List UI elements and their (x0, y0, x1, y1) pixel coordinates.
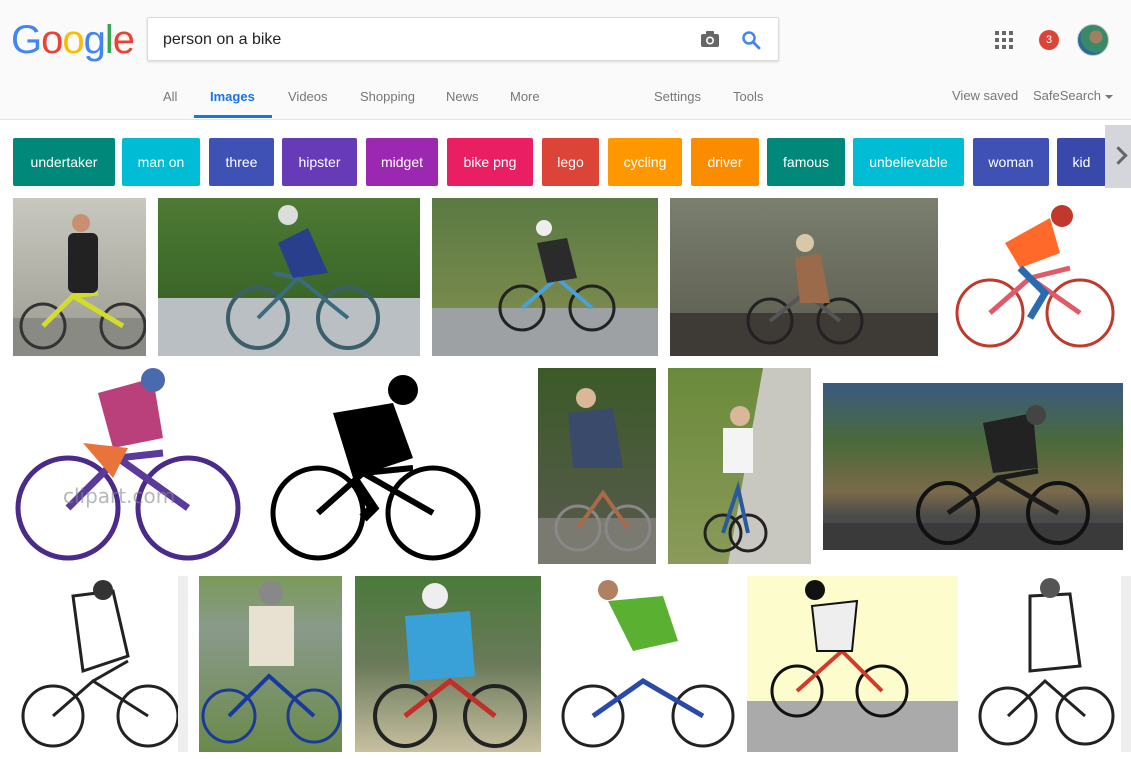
image-result[interactable] (670, 198, 938, 356)
logo-letter: G (11, 18, 42, 62)
chip[interactable]: man on (122, 138, 200, 186)
tab-shopping[interactable]: Shopping (360, 89, 415, 104)
apps-grid-icon[interactable] (995, 31, 1013, 49)
chip[interactable]: hipster (282, 138, 357, 186)
image-result[interactable] (355, 576, 541, 752)
image-result[interactable] (668, 368, 811, 564)
logo-letter: l (104, 18, 114, 62)
image-result[interactable] (538, 368, 656, 564)
chip[interactable]: three (209, 138, 274, 186)
camera-icon[interactable] (700, 30, 720, 48)
image-result[interactable] (747, 576, 958, 752)
active-tab-indicator (194, 115, 272, 118)
image-result[interactable] (13, 198, 146, 356)
notifications-badge[interactable]: 3 (1039, 30, 1059, 50)
logo-letter: e (112, 18, 135, 62)
tab-images[interactable]: Images (210, 89, 255, 104)
chip[interactable]: undertaker (13, 138, 115, 186)
chip[interactable]: famous (767, 138, 845, 186)
image-result[interactable] (950, 198, 1131, 356)
chip[interactable]: driver (691, 138, 759, 186)
image-result[interactable] (13, 576, 188, 752)
image-result[interactable] (253, 368, 526, 564)
header: Google 3 All Images Videos Shopping News… (0, 0, 1131, 120)
chip[interactable]: woman (973, 138, 1049, 186)
chip[interactable]: bike png (447, 138, 533, 186)
avatar[interactable] (1077, 24, 1109, 56)
image-result[interactable] (553, 576, 736, 752)
view-saved-link[interactable]: View saved (952, 88, 1018, 103)
image-result[interactable] (158, 198, 420, 356)
image-result[interactable]: clipart.com (13, 368, 241, 564)
image-result[interactable] (823, 383, 1123, 550)
tab-all[interactable]: All (163, 89, 177, 104)
safesearch-label: SafeSearch (1033, 88, 1101, 103)
tab-videos[interactable]: Videos (288, 89, 328, 104)
tab-tools[interactable]: Tools (733, 89, 763, 104)
image-result[interactable] (970, 576, 1131, 752)
google-logo[interactable]: Google (11, 18, 135, 63)
search-input[interactable] (163, 30, 683, 50)
chip[interactable]: kid (1057, 138, 1106, 186)
watermark-text: clipart.com (63, 484, 175, 508)
tab-more[interactable]: More (510, 89, 540, 104)
image-result[interactable] (199, 576, 342, 752)
tab-news[interactable]: News (446, 89, 479, 104)
safesearch-dropdown[interactable]: SafeSearch (1033, 88, 1113, 103)
logo-letter: o (41, 18, 63, 62)
search-icon[interactable] (741, 30, 761, 50)
chip-scroll-next-button[interactable] (1105, 125, 1131, 188)
tab-settings[interactable]: Settings (654, 89, 701, 104)
logo-letter: g (83, 18, 106, 62)
search-box (147, 17, 779, 61)
chip[interactable]: unbelievable (853, 138, 964, 186)
chip[interactable]: lego (542, 138, 599, 186)
chip[interactable]: cycling (608, 138, 682, 186)
logo-letter: o (62, 18, 84, 62)
image-result[interactable] (432, 198, 658, 356)
chip[interactable]: midget (366, 138, 438, 186)
